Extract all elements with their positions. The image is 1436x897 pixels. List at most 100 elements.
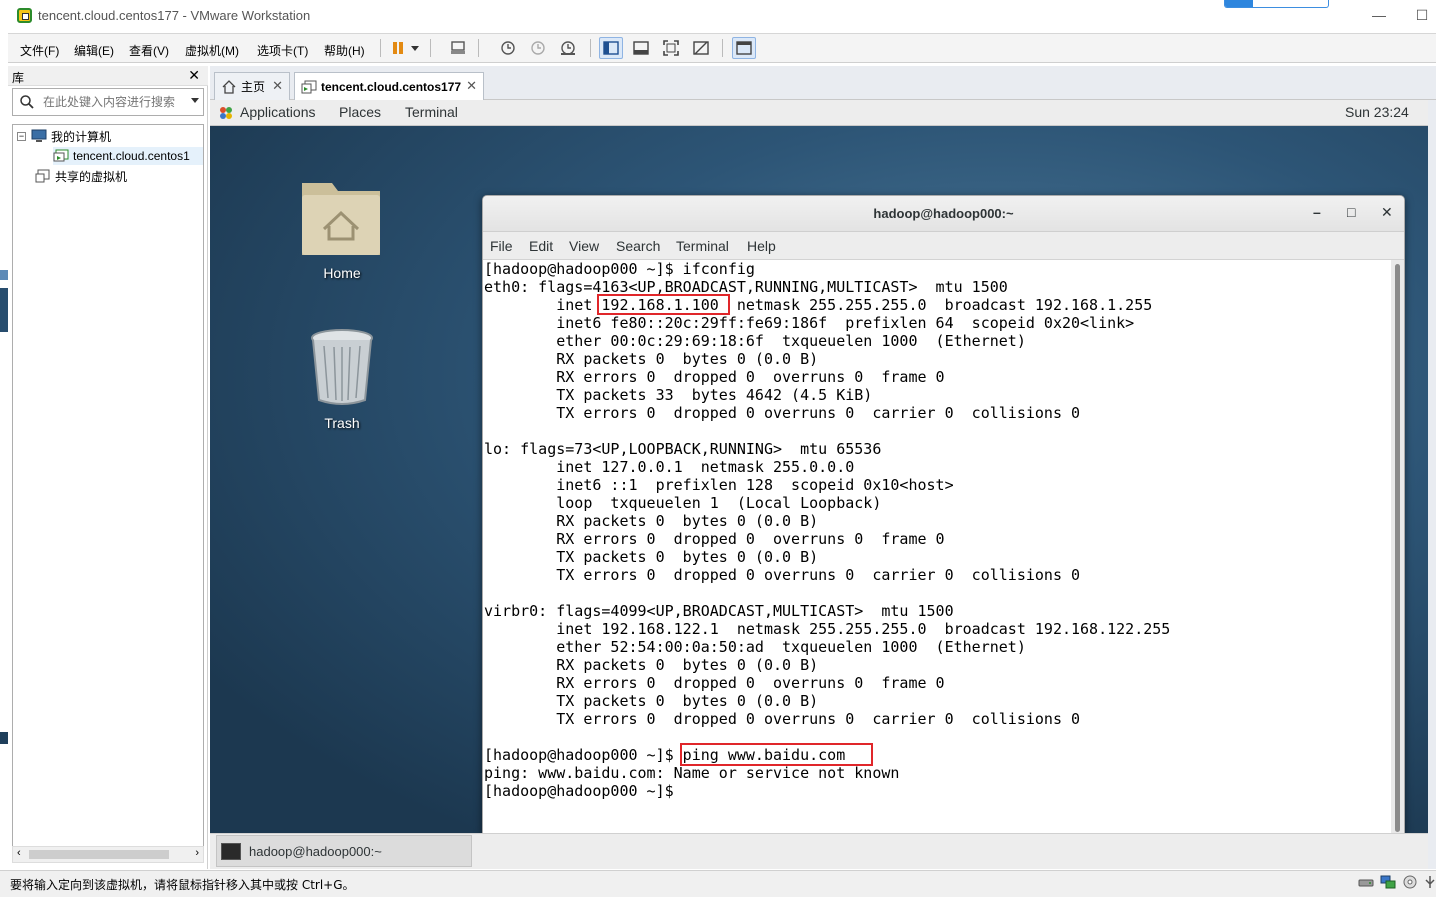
menu-vm[interactable]: 虚拟机(M) bbox=[185, 42, 239, 59]
tab-vm[interactable]: tencent.cloud.centos177 ✕ bbox=[294, 72, 484, 101]
terminal-scrollbar[interactable] bbox=[1391, 260, 1404, 834]
power-dropdown-icon[interactable] bbox=[408, 37, 422, 59]
terminal-menu-edit[interactable]: Edit bbox=[529, 238, 553, 254]
library-header: 库 ✕ bbox=[8, 66, 208, 86]
fullscreen-icon[interactable] bbox=[659, 37, 683, 59]
terminal-line: TX errors 0 dropped 0 overruns 0 carrier… bbox=[484, 566, 1081, 584]
toolbar-separator bbox=[478, 39, 479, 57]
terminal-menu-terminal[interactable]: Terminal bbox=[676, 238, 729, 254]
terminal-line: inet 192.168.122.1 netmask 255.255.255.0… bbox=[484, 620, 1171, 638]
terminal-menu-file[interactable]: File bbox=[490, 238, 513, 254]
search-dropdown-icon[interactable] bbox=[191, 98, 199, 103]
guest-taskbar: hadoop@hadoop000:~ bbox=[210, 833, 1428, 869]
pause-icon[interactable] bbox=[386, 37, 410, 59]
tree-label-my-computer: 我的计算机 bbox=[51, 129, 112, 144]
terminal-line: RX errors 0 dropped 0 overruns 0 frame 0 bbox=[484, 368, 945, 386]
tab-vm-label: tencent.cloud.centos177 bbox=[321, 80, 462, 94]
terminal-line: [hadoop@hadoop000 ~]$ bbox=[484, 782, 674, 800]
tree-label-vm: tencent.cloud.centos1 bbox=[73, 149, 190, 163]
library-search-input[interactable] bbox=[43, 93, 183, 111]
menu-file[interactable]: 文件(F) bbox=[20, 42, 59, 59]
maximize-button[interactable]: ☐ bbox=[1412, 6, 1432, 26]
menu-toolbar: 文件(F) 编辑(E) 查看(V) 虚拟机(M) 选项卡(T) 帮助(H) bbox=[8, 33, 1436, 63]
applications-icon bbox=[220, 107, 232, 119]
status-message: 要将输入定向到该虚拟机，请将鼠标指针移入其中或按 Ctrl+G。 bbox=[10, 878, 355, 892]
unity-mode-icon[interactable] bbox=[689, 37, 713, 59]
edge-artifact bbox=[0, 270, 8, 280]
home-folder-icon[interactable] bbox=[298, 171, 384, 257]
network-icon[interactable] bbox=[1380, 875, 1396, 889]
collapse-icon[interactable]: − bbox=[17, 131, 26, 141]
terminal-menu-view[interactable]: View bbox=[569, 238, 599, 254]
tab-home-close-button[interactable]: ✕ bbox=[272, 78, 283, 94]
toolbar-separator bbox=[722, 39, 723, 57]
menu-edit[interactable]: 编辑(E) bbox=[74, 42, 114, 59]
library-panel: 库 ✕ − 我的计算机 tencent.cloud.centos1 bbox=[8, 66, 208, 869]
home-icon-label[interactable]: Home bbox=[292, 265, 392, 281]
minimize-button[interactable]: — bbox=[1369, 6, 1389, 26]
library-search[interactable] bbox=[12, 88, 204, 116]
terminal-line: ether 52:54:00:0a:50:ad txqueuelen 1000 … bbox=[484, 638, 1026, 656]
terminal-line: eth0: flags=4163<UP,BROADCAST,RUNNING,MU… bbox=[484, 278, 1008, 296]
terminal-line: TX packets 0 bytes 0 (0.0 B) bbox=[484, 692, 819, 710]
tree-item-shared-vms[interactable]: 共享的虚拟机 bbox=[35, 167, 127, 185]
guest-clock[interactable]: Sun 23:24 bbox=[1345, 104, 1409, 120]
title-bar: tencent.cloud.centos177 - VMware Worksta… bbox=[0, 0, 1436, 32]
terminal-line: inet6 fe80::20c:29ff:fe69:186f prefixlen… bbox=[484, 314, 1135, 332]
console-view-icon[interactable] bbox=[732, 37, 756, 59]
hard-disk-icon[interactable] bbox=[1358, 875, 1374, 889]
taskbar-terminal-label: hadoop@hadoop000:~ bbox=[249, 843, 382, 859]
taskbar-terminal-item[interactable]: hadoop@hadoop000:~ bbox=[216, 835, 472, 867]
cd-drive-icon[interactable] bbox=[1402, 875, 1418, 889]
menu-help[interactable]: 帮助(H) bbox=[324, 42, 365, 59]
terminal-output[interactable]: [hadoop@hadoop000 ~]$ ping: www.baidu.com… bbox=[483, 260, 1393, 834]
snapshot-icon[interactable] bbox=[496, 37, 520, 59]
library-horizontal-scrollbar[interactable]: ‹ › bbox=[12, 846, 204, 863]
usb-icon[interactable] bbox=[1422, 875, 1436, 889]
terminal-menu-search[interactable]: Search bbox=[616, 238, 660, 254]
terminal-window[interactable]: hadoop@hadoop000:~ – □ ✕ File Edit View … bbox=[482, 195, 1405, 835]
terminal-close-button[interactable]: ✕ bbox=[1381, 204, 1393, 221]
terminal-line: inet 127.0.0.1 netmask 255.0.0.0 bbox=[484, 458, 855, 476]
terminal-scrollbar-thumb[interactable] bbox=[1395, 264, 1400, 832]
revert-snapshot-icon[interactable] bbox=[526, 37, 550, 59]
scroll-right-icon[interactable]: › bbox=[195, 847, 199, 859]
edge-artifact bbox=[0, 288, 8, 332]
terminal-title-bar[interactable]: hadoop@hadoop000:~ – □ ✕ bbox=[483, 196, 1404, 232]
terminal-title: hadoop@hadoop000:~ bbox=[873, 206, 1014, 221]
terminal-line: TX packets 33 bytes 4642 (4.5 KiB) bbox=[484, 386, 873, 404]
terminal-line: inet 192.168.1.100 netmask 255.255.255.0… bbox=[484, 296, 1153, 314]
terminal-line: RX packets 0 bytes 0 (0.0 B) bbox=[484, 656, 819, 674]
send-ctrl-alt-del-icon[interactable] bbox=[446, 37, 470, 59]
menu-tabs[interactable]: 选项卡(T) bbox=[257, 42, 308, 59]
window-title: tencent.cloud.centos177 - VMware Worksta… bbox=[38, 8, 311, 23]
snapshot-manager-icon[interactable] bbox=[556, 37, 580, 59]
scrollbar-thumb[interactable] bbox=[29, 850, 169, 859]
library-close-button[interactable]: ✕ bbox=[188, 67, 200, 84]
status-bar: 要将输入定向到该虚拟机，请将鼠标指针移入其中或按 Ctrl+G。 bbox=[0, 870, 1436, 897]
terminal-menu-bar: File Edit View Search Terminal Help bbox=[483, 232, 1404, 260]
scroll-left-icon[interactable]: ‹ bbox=[17, 847, 21, 859]
terminal-menu-help[interactable]: Help bbox=[747, 238, 776, 254]
tab-home[interactable]: 主页 ✕ bbox=[214, 72, 290, 100]
menu-view[interactable]: 查看(V) bbox=[129, 42, 169, 59]
tree-item-my-computer[interactable]: − 我的计算机 bbox=[17, 127, 111, 145]
terminal-line: RX packets 0 bytes 0 (0.0 B) bbox=[484, 350, 819, 368]
guest-menu-places[interactable]: Places bbox=[339, 104, 381, 120]
floating-widget[interactable] bbox=[1224, 0, 1329, 8]
tab-vm-close-button[interactable]: ✕ bbox=[466, 78, 477, 94]
vm-right-edge bbox=[1428, 100, 1436, 869]
terminal-maximize-button[interactable]: □ bbox=[1347, 204, 1355, 220]
vm-tab-icon bbox=[301, 80, 317, 94]
highlight-ip-box bbox=[597, 294, 730, 315]
show-library-icon[interactable] bbox=[599, 37, 623, 59]
tree-item-vm[interactable]: tencent.cloud.centos1 bbox=[53, 147, 203, 165]
search-icon bbox=[20, 95, 34, 109]
guest-menu-applications[interactable]: Applications bbox=[240, 104, 316, 120]
terminal-minimize-button[interactable]: – bbox=[1313, 204, 1321, 220]
trash-icon-label[interactable]: Trash bbox=[292, 415, 392, 431]
guest-menu-terminal[interactable]: Terminal bbox=[405, 104, 458, 120]
tree-label-shared-vms: 共享的虚拟机 bbox=[55, 169, 128, 184]
thumbnail-bar-icon[interactable] bbox=[629, 37, 653, 59]
trash-icon[interactable] bbox=[310, 328, 374, 406]
